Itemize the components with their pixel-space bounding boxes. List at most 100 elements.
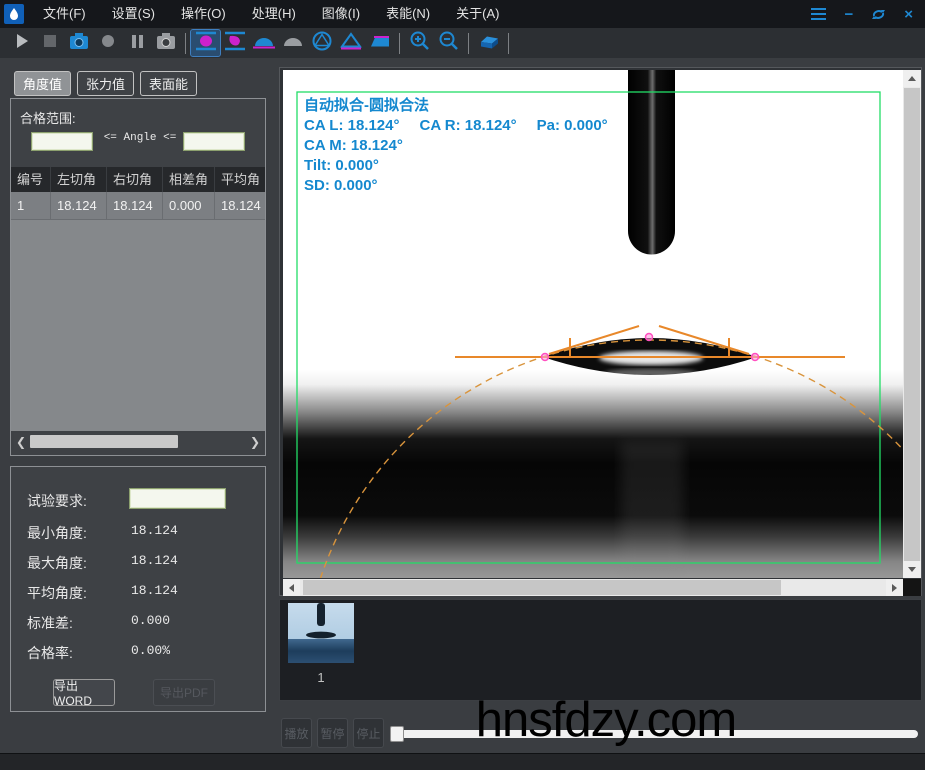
scrollbar-thumb[interactable]	[904, 88, 920, 561]
toolbar-separator	[468, 33, 469, 54]
tab-angle-value[interactable]: 角度值	[14, 71, 71, 96]
triangle-fit-button[interactable]	[336, 30, 365, 56]
test-requirement-input[interactable]	[129, 488, 226, 509]
menu-bar: 文件(F) 设置(S) 操作(O) 处理(H) 图像(I) 表能(N) 关于(A…	[0, 0, 925, 28]
angle-table-header: 编号 左切角 右切角 相差角 平均角	[11, 167, 265, 192]
app-window: 文件(F) 设置(S) 操作(O) 处理(H) 图像(I) 表能(N) 关于(A…	[0, 0, 925, 770]
cell-number: 1	[11, 192, 51, 220]
circle-fit-icon	[310, 30, 334, 57]
export-word-button[interactable]: 导出WORD	[53, 679, 115, 706]
col-diff-angle: 相差角	[163, 167, 215, 192]
scrollbar-thumb[interactable]	[30, 435, 178, 448]
dispense-needle	[628, 70, 675, 255]
circle-fit-button[interactable]	[307, 30, 336, 56]
result-tabs: 角度值 张力值 表面能	[14, 71, 197, 96]
stat-max-angle: 最大角度: 18.124	[27, 553, 252, 573]
scrollbar-thumb[interactable]	[303, 580, 781, 595]
apex-marker[interactable]	[646, 334, 653, 341]
stop-video-button[interactable]: 停止	[353, 718, 384, 748]
toolbar	[0, 28, 925, 58]
ca-left-value: CA L: 18.124°	[304, 117, 399, 134]
angle-results-panel: 合格范围: <= Angle <= 编号 左切角 右切角 相差角 平均角 1 1…	[10, 98, 266, 456]
pendant-drop-mode-button[interactable]	[191, 30, 220, 56]
trapezoid-fit-button[interactable]	[365, 30, 394, 56]
sessile-drop-blue-icon	[252, 30, 276, 57]
menu-image[interactable]: 图像(I)	[309, 0, 373, 28]
play-capture-button[interactable]	[6, 30, 35, 56]
sd-value: SD: 0.000°	[304, 176, 608, 196]
triangle-fit-icon	[339, 30, 363, 57]
capture-frame-button[interactable]	[151, 30, 180, 56]
menu-process[interactable]: 处理(H)	[239, 0, 309, 28]
stop-capture-button[interactable]	[35, 30, 64, 56]
close-button[interactable]: ×	[904, 7, 913, 22]
menu-surface-energy[interactable]: 表能(N)	[373, 0, 443, 28]
tab-tension-value[interactable]: 张力值	[77, 71, 134, 96]
scroll-left-icon[interactable]: ❮	[14, 435, 28, 449]
stat-label: 平均角度:	[27, 583, 131, 603]
camera-blue-icon	[67, 30, 91, 57]
tab-surface-energy[interactable]: 表面能	[140, 71, 197, 96]
minimize-button[interactable]: −	[844, 7, 853, 22]
restore-arrows-icon	[871, 8, 886, 21]
eraser-button[interactable]	[474, 30, 503, 56]
scroll-left-icon[interactable]	[283, 579, 300, 596]
pendant-drop-icon	[194, 30, 218, 57]
scroll-right-icon[interactable]: ❯	[248, 435, 262, 449]
image-horizontal-scrollbar[interactable]	[283, 579, 903, 596]
pause-video-button[interactable]: 暂停	[317, 718, 348, 748]
scroll-down-icon[interactable]	[903, 561, 921, 578]
menu-settings[interactable]: 设置(S)	[99, 0, 168, 28]
frame-thumbnail[interactable]: 1	[288, 603, 354, 685]
snapshot-button[interactable]	[64, 30, 93, 56]
angle-min-input[interactable]	[31, 132, 93, 151]
tilted-drop-mode-button[interactable]	[220, 30, 249, 56]
zoom-out-button[interactable]	[434, 30, 463, 56]
stat-value: 18.124	[131, 553, 178, 573]
stat-min-angle: 最小角度: 18.124	[27, 523, 252, 543]
sessile-drop-mode-button[interactable]	[249, 30, 278, 56]
pause-capture-button[interactable]	[122, 30, 151, 56]
camera-gray-icon	[154, 30, 178, 57]
sessile-drop-disabled-button[interactable]	[278, 30, 307, 56]
menu-operation[interactable]: 操作(O)	[168, 0, 239, 28]
pa-value: Pa: 0.000°	[537, 117, 608, 134]
menu-about[interactable]: 关于(A)	[443, 0, 512, 28]
zoom-in-button[interactable]	[405, 30, 434, 56]
play-video-button[interactable]: 播放	[281, 718, 312, 748]
cell-right-angle: 18.124	[107, 192, 163, 220]
status-bar	[0, 753, 925, 770]
zoom-out-icon	[437, 30, 461, 57]
menu-file[interactable]: 文件(F)	[30, 0, 99, 28]
restore-button[interactable]	[871, 8, 886, 21]
table-row[interactable]: 1 18.124 18.124 0.000 18.124	[11, 192, 265, 220]
toolbar-separator	[399, 33, 400, 54]
window-controls: − ×	[811, 5, 925, 23]
image-vertical-scrollbar[interactable]	[903, 70, 921, 578]
needle-reflection	[621, 442, 683, 578]
stat-label: 最大角度:	[27, 553, 131, 573]
eraser-icon	[477, 30, 501, 57]
pause-icon	[125, 30, 149, 57]
drop-highlight-2	[605, 369, 697, 378]
watermark-text: hnsfdzy.com	[476, 692, 736, 748]
camera-image-canvas[interactable]: 自动拟合-圆拟合法 CA L: 18.124°CA R: 18.124°Pa: …	[283, 70, 903, 578]
angle-table: 编号 左切角 右切角 相差角 平均角 1 18.124 18.124 0.000…	[11, 167, 265, 431]
cell-mean-angle: 18.124	[215, 192, 265, 220]
stat-value: 18.124	[131, 523, 178, 543]
left-contact-marker[interactable]	[542, 354, 549, 361]
sessile-drop-gray-icon	[281, 30, 305, 57]
table-horizontal-scrollbar[interactable]: ❮ ❯	[14, 433, 262, 450]
stat-value: 0.000	[131, 613, 170, 633]
scroll-right-icon[interactable]	[886, 579, 903, 596]
hamburger-menu-icon[interactable]	[811, 5, 826, 23]
col-left-angle: 左切角	[51, 167, 107, 192]
right-contact-marker[interactable]	[752, 354, 759, 361]
frame-slider-thumb[interactable]	[390, 726, 404, 742]
export-pdf-button[interactable]: 导出PDF	[153, 679, 215, 706]
scroll-up-icon[interactable]	[903, 70, 921, 87]
angle-max-input[interactable]	[183, 132, 245, 151]
col-mean-angle: 平均角	[215, 167, 265, 192]
stat-value: 0.00%	[131, 643, 170, 663]
record-button[interactable]	[93, 30, 122, 56]
